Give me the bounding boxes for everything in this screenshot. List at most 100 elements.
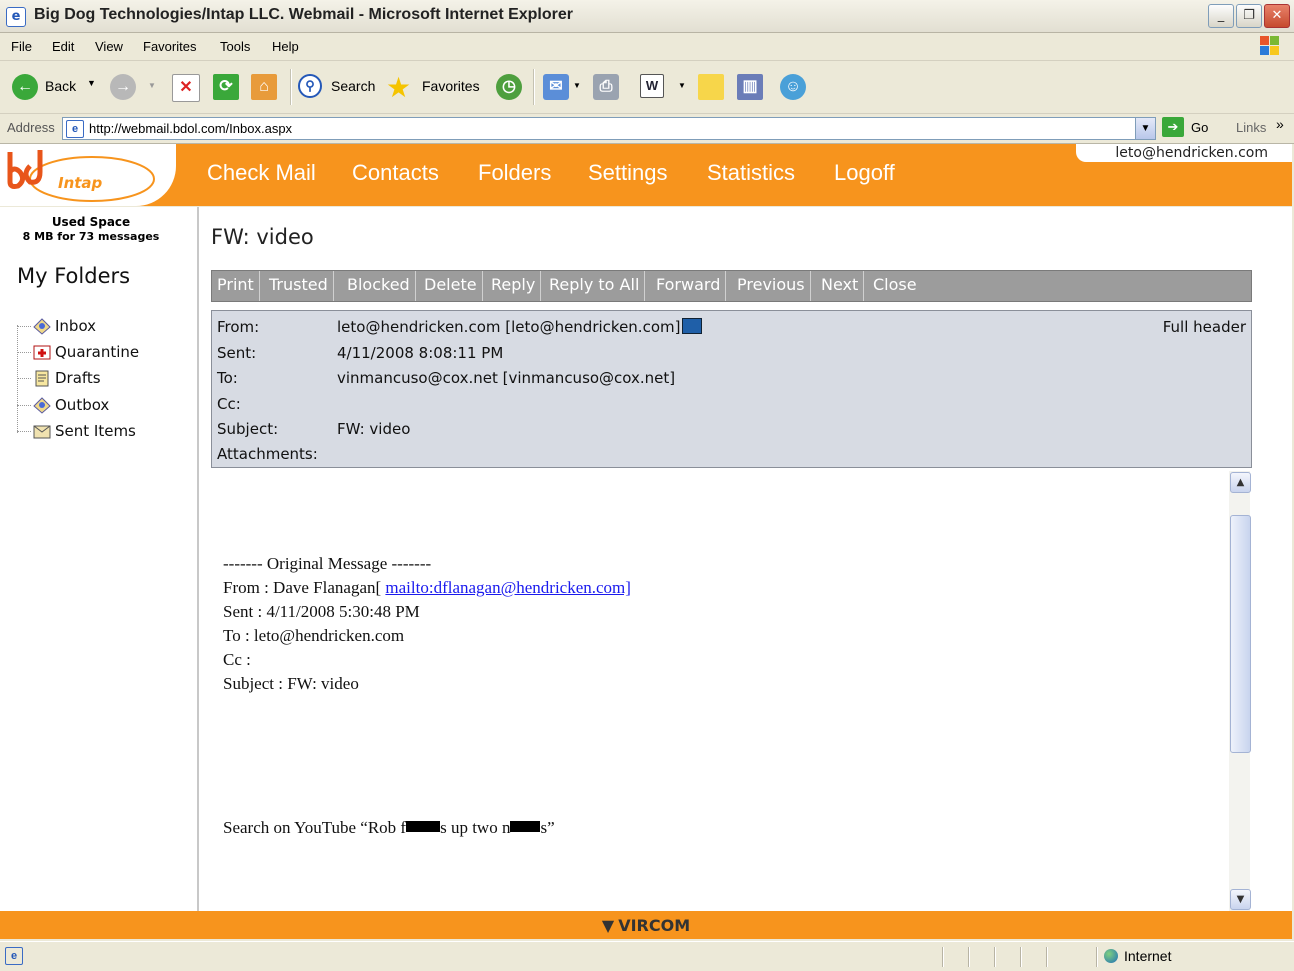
- research-button[interactable]: ▥: [737, 74, 767, 100]
- mail-icon: ✉: [543, 74, 569, 100]
- menu-help[interactable]: Help: [272, 39, 299, 54]
- intap-logo[interactable]: Intap: [0, 144, 176, 206]
- edit-button[interactable]: W ▼: [640, 74, 690, 100]
- nav-settings[interactable]: Settings: [588, 160, 668, 186]
- scroll-down-icon[interactable]: ▼: [1230, 889, 1251, 910]
- back-arrow-icon: ←: [12, 74, 38, 100]
- reply-all-action[interactable]: Reply to All: [544, 271, 646, 301]
- chevron-right-icon[interactable]: »: [1276, 116, 1284, 132]
- menu-view[interactable]: View: [95, 39, 123, 54]
- reply-action[interactable]: Reply: [486, 271, 542, 301]
- search-icon: ⚲: [298, 74, 322, 98]
- scroll-up-icon[interactable]: ▲: [1230, 472, 1251, 493]
- security-zone: Internet: [1104, 948, 1171, 964]
- internet-explorer-icon: e: [6, 7, 26, 27]
- menu-bar: File Edit View Favorites Tools Help: [0, 33, 1294, 61]
- original-message-line: ------- Original Message -------: [223, 554, 432, 573]
- address-url: http://webmail.bdol.com/Inbox.aspx: [89, 121, 293, 136]
- word-icon: W: [640, 74, 664, 98]
- nav-check-mail[interactable]: Check Mail: [207, 160, 316, 186]
- used-space-label: Used Space: [51, 215, 131, 229]
- home-button[interactable]: ⌂: [251, 74, 279, 100]
- print-button[interactable]: ⎙: [593, 74, 623, 100]
- message-body[interactable]: ------- Original Message ------- From : …: [211, 471, 1251, 911]
- print-action[interactable]: Print: [212, 271, 260, 301]
- forward-button[interactable]: → ▼: [110, 74, 160, 100]
- back-button[interactable]: ← Back ▼: [12, 74, 100, 100]
- next-action[interactable]: Next: [816, 271, 865, 301]
- nav-contacts[interactable]: Contacts: [352, 160, 439, 186]
- star-icon: ★: [386, 72, 412, 103]
- sidebar: Used Space 8 MB for 73 messages My Folde…: [0, 207, 199, 911]
- printer-icon: ⎙: [593, 74, 619, 100]
- close-window-button[interactable]: ✕: [1264, 4, 1290, 28]
- logo-text: Intap: [58, 174, 103, 192]
- delete-action[interactable]: Delete: [419, 271, 483, 301]
- back-dropdown-icon[interactable]: ▼: [87, 78, 96, 88]
- close-action[interactable]: Close: [868, 271, 922, 301]
- from-value: leto@hendricken.com [leto@hendricken.com…: [337, 318, 703, 336]
- nav-folders[interactable]: Folders: [478, 160, 551, 186]
- stop-button[interactable]: ✕: [172, 74, 200, 102]
- original-sent-line: Sent : 4/11/2008 5:30:48 PM: [223, 602, 420, 621]
- message-headers: From: leto@hendricken.com [leto@hendrick…: [211, 310, 1252, 468]
- back-label: Back: [45, 78, 77, 94]
- message-pane: FW: video Print Trusted Blocked Delete R…: [199, 207, 1292, 911]
- page-status-icon: e: [5, 947, 23, 965]
- minimize-button[interactable]: _: [1208, 4, 1234, 28]
- refresh-button[interactable]: ⟳: [213, 74, 239, 100]
- links-label[interactable]: Links: [1236, 120, 1266, 135]
- history-button[interactable]: ◷: [496, 74, 524, 100]
- menu-favorites[interactable]: Favorites: [143, 39, 196, 54]
- outbox-icon: [32, 396, 52, 414]
- mail-button[interactable]: ✉ ▼: [543, 74, 583, 100]
- from-label: From:: [217, 318, 260, 336]
- messenger-button[interactable]: ☺: [780, 74, 810, 100]
- favorites-label: Favorites: [422, 78, 480, 94]
- mail-dropdown-icon[interactable]: ▼: [573, 81, 581, 90]
- nav-statistics[interactable]: Statistics: [707, 160, 795, 186]
- scroll-thumb[interactable]: [1230, 515, 1251, 753]
- vertical-scrollbar[interactable]: ▲ ▼: [1229, 471, 1251, 911]
- address-input[interactable]: e http://webmail.bdol.com/Inbox.aspx ▼: [62, 117, 1156, 140]
- home-icon: ⌂: [251, 74, 277, 100]
- window-title-bar[interactable]: e Big Dog Technologies/Intap LLC. Webmai…: [0, 0, 1294, 33]
- nav-logoff[interactable]: Logoff: [834, 160, 895, 186]
- menu-tools[interactable]: Tools: [220, 39, 250, 54]
- blocked-action[interactable]: Blocked: [342, 271, 416, 301]
- discuss-button[interactable]: [698, 74, 726, 100]
- status-bar: e Internet: [0, 941, 1294, 971]
- edit-dropdown-icon[interactable]: ▼: [678, 81, 686, 90]
- webmail-header: Intap Check Mail Contacts Folders Settin…: [0, 144, 1292, 206]
- favorites-button[interactable]: ★ Favorites: [386, 72, 482, 103]
- search-label: Search: [331, 78, 376, 94]
- maximize-button[interactable]: ❐: [1236, 4, 1262, 28]
- research-icon: ▥: [737, 74, 763, 100]
- windows-logo-icon: [1260, 36, 1280, 56]
- menu-edit[interactable]: Edit: [52, 39, 74, 54]
- original-cc-line: Cc :: [223, 650, 251, 669]
- user-email: leto@hendricken.com: [1076, 144, 1292, 162]
- search-button[interactable]: ⚲ Search: [298, 74, 378, 100]
- vircom-icon: ▼: [601, 916, 615, 935]
- original-from-line: From : Dave Flanagan[ mailto:dflanagan@h…: [223, 578, 631, 597]
- full-header-link[interactable]: Full header: [1163, 318, 1246, 336]
- mailto-link[interactable]: mailto:dflanagan@hendricken.com]: [385, 578, 631, 597]
- sent-items-icon: [32, 422, 52, 440]
- previous-action[interactable]: Previous: [732, 271, 811, 301]
- trusted-action[interactable]: Trusted: [264, 271, 334, 301]
- my-folders-heading: My Folders: [17, 264, 131, 288]
- forward-dropdown-icon[interactable]: ▼: [148, 81, 156, 90]
- history-icon: ◷: [496, 74, 522, 100]
- sent-value: 4/11/2008 8:08:11 PM: [337, 344, 504, 362]
- menu-file[interactable]: File: [11, 39, 32, 54]
- window-title: Big Dog Technologies/Intap LLC. Webmail …: [34, 6, 573, 23]
- address-dropdown-icon[interactable]: ▼: [1135, 118, 1155, 139]
- go-button[interactable]: ➔ Go: [1162, 117, 1222, 139]
- subject-value: FW: video: [337, 420, 411, 438]
- address-label: Address: [7, 120, 55, 135]
- message-title: FW: video: [211, 225, 314, 249]
- browser-toolbar: ← Back ▼ → ▼ ✕ ⟳ ⌂ ⚲ Search ★ Favorites …: [0, 61, 1294, 114]
- address-book-icon[interactable]: [682, 318, 703, 334]
- forward-action[interactable]: Forward: [651, 271, 727, 301]
